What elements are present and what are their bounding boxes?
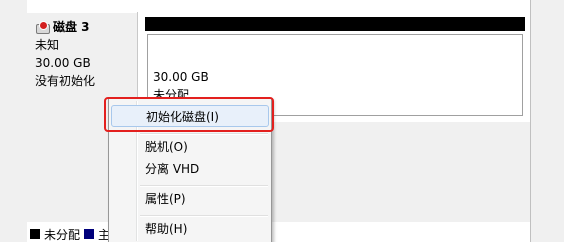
disk-title-row: 磁盘 3 [35, 19, 90, 35]
legend: 未分配 主 [30, 226, 114, 242]
unallocated-bar [145, 17, 525, 31]
disk-management-view: 磁盘 3 未知 30.00 GB 没有初始化 30.00 GB 未分配 未分配 … [0, 0, 564, 242]
menu-item-properties[interactable]: 属性(P) [111, 188, 269, 210]
legend-swatch-primary [84, 229, 95, 239]
legend-swatch-unallocated [30, 229, 40, 239]
menu-item-label: 属性(P) [145, 192, 186, 206]
right-scroll-area [530, 0, 564, 242]
left-margin [0, 0, 27, 242]
disk-title: 磁盘 3 [53, 20, 90, 34]
menu-separator [140, 185, 268, 187]
menu-item-label: 帮助(H) [145, 222, 188, 236]
disk-warning-icon [35, 21, 50, 34]
legend-label-unallocated: 未分配 [44, 227, 81, 242]
menu-item-offline[interactable]: 脱机(O) [111, 136, 269, 158]
menu-item-label: 分离 VHD [145, 162, 200, 176]
menu-separator [140, 133, 268, 135]
disk-status: 没有初始化 [35, 74, 96, 88]
highlight-annotation [104, 97, 274, 132]
menu-separator [140, 215, 268, 217]
legend-item-unallocated: 未分配 [30, 226, 80, 242]
empty-disk-list-area [27, 122, 530, 222]
legend-item-primary: 主 [84, 226, 110, 242]
menu-item-label: 脱机(O) [145, 140, 188, 154]
menu-item-detach-vhd[interactable]: 分离 VHD [111, 158, 269, 180]
partition-size: 30.00 GB [153, 70, 209, 84]
disk-type: 未知 [35, 38, 60, 52]
menu-item-help[interactable]: 帮助(H) [111, 218, 269, 240]
disk-size: 30.00 GB [35, 56, 91, 70]
